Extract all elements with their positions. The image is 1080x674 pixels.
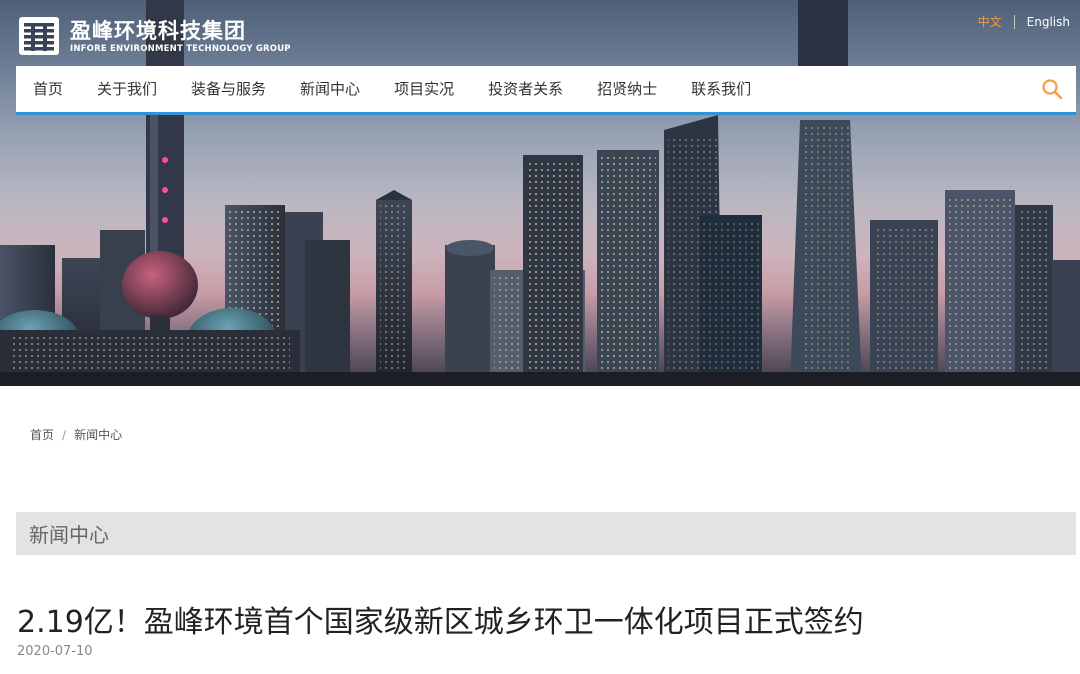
lang-english-link[interactable]: English xyxy=(1027,15,1070,29)
article-date: 2020-07-10 xyxy=(17,644,93,659)
breadcrumb-separator: / xyxy=(62,427,67,442)
main-nav: 首页 关于我们 装备与服务 新闻中心 项目实况 投资者关系 招贤纳士 联系我们 xyxy=(16,66,1076,115)
nav-item-projects[interactable]: 项目实况 xyxy=(377,66,471,112)
lang-divider xyxy=(1013,14,1015,29)
article-title: 2.19亿！盈峰环境首个国家级新区城乡环卫一体化项目正式签约 xyxy=(17,605,864,640)
language-switcher: 中文 English xyxy=(978,13,1070,30)
nav-item-home[interactable]: 首页 xyxy=(16,66,80,112)
nav-item-about[interactable]: 关于我们 xyxy=(80,66,174,112)
infore-logo-icon xyxy=(18,16,60,56)
nav-item-news[interactable]: 新闻中心 xyxy=(283,66,377,112)
brand-name-en: INFORE ENVIRONMENT TECHNOLOGY GROUP xyxy=(70,43,291,54)
breadcrumb-current-link[interactable]: 新闻中心 xyxy=(74,426,122,443)
search-icon[interactable] xyxy=(1041,78,1063,100)
section-title: 新闻中心 xyxy=(29,523,109,547)
breadcrumb-home-link[interactable]: 首页 xyxy=(30,426,54,443)
nav-item-contact[interactable]: 联系我们 xyxy=(674,66,768,112)
lang-chinese-link[interactable]: 中文 xyxy=(978,13,1002,30)
section-title-bar: 新闻中心 xyxy=(16,512,1076,555)
brand-logo[interactable]: 盈峰环境科技集团 INFORE ENVIRONMENT TECHNOLOGY G… xyxy=(18,14,291,58)
hero-banner: 盈峰环境科技集团 INFORE ENVIRONMENT TECHNOLOGY G… xyxy=(0,0,1080,386)
breadcrumb: 首页 / 新闻中心 xyxy=(30,426,122,443)
brand-name-cn: 盈峰环境科技集团 xyxy=(70,18,246,43)
nav-item-equipment-services[interactable]: 装备与服务 xyxy=(174,66,283,112)
nav-item-investors[interactable]: 投资者关系 xyxy=(471,66,580,112)
nav-item-careers[interactable]: 招贤纳士 xyxy=(580,66,674,112)
